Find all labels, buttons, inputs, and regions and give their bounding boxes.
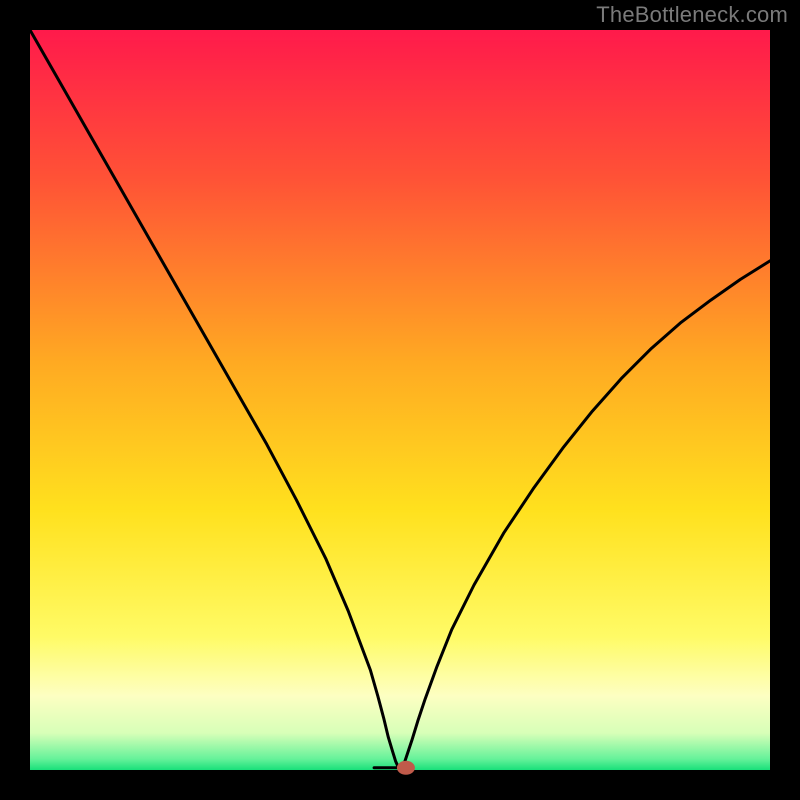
optimum-marker [397,761,415,775]
bottleneck-chart [0,0,800,800]
chart-frame: TheBottleneck.com [0,0,800,800]
plot-background [30,30,770,770]
